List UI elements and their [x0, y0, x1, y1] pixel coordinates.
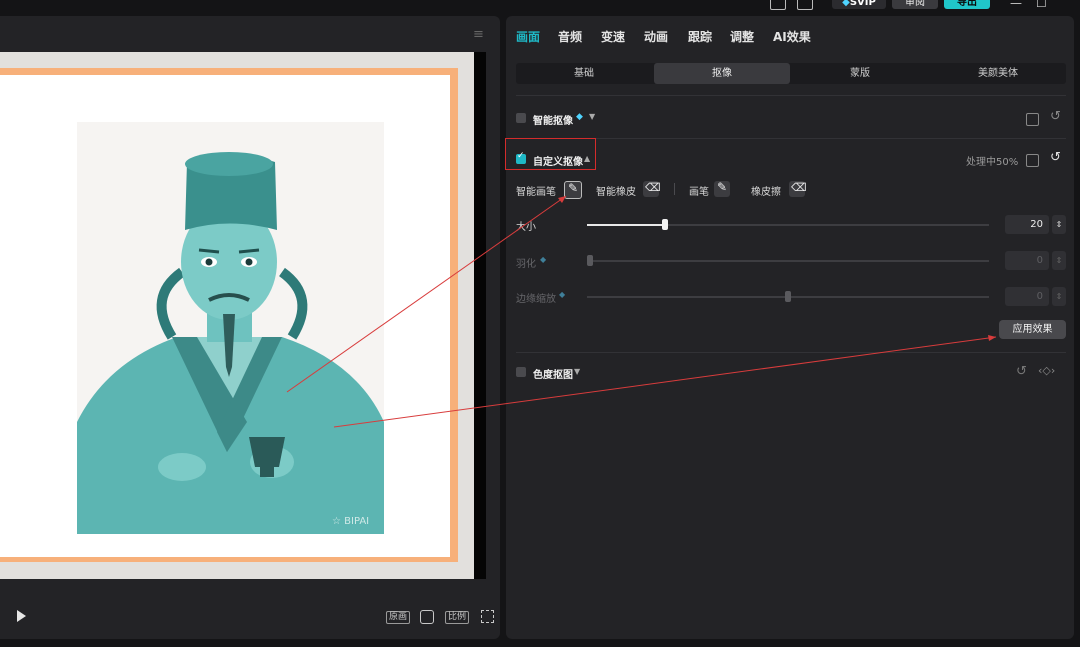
annotation-arrow-apply — [333, 336, 997, 428]
arrowhead-icon — [988, 335, 996, 341]
arrowhead-icon — [558, 196, 566, 203]
annotation-arrow-brush — [286, 195, 567, 393]
annotation-arrows — [286, 195, 997, 428]
